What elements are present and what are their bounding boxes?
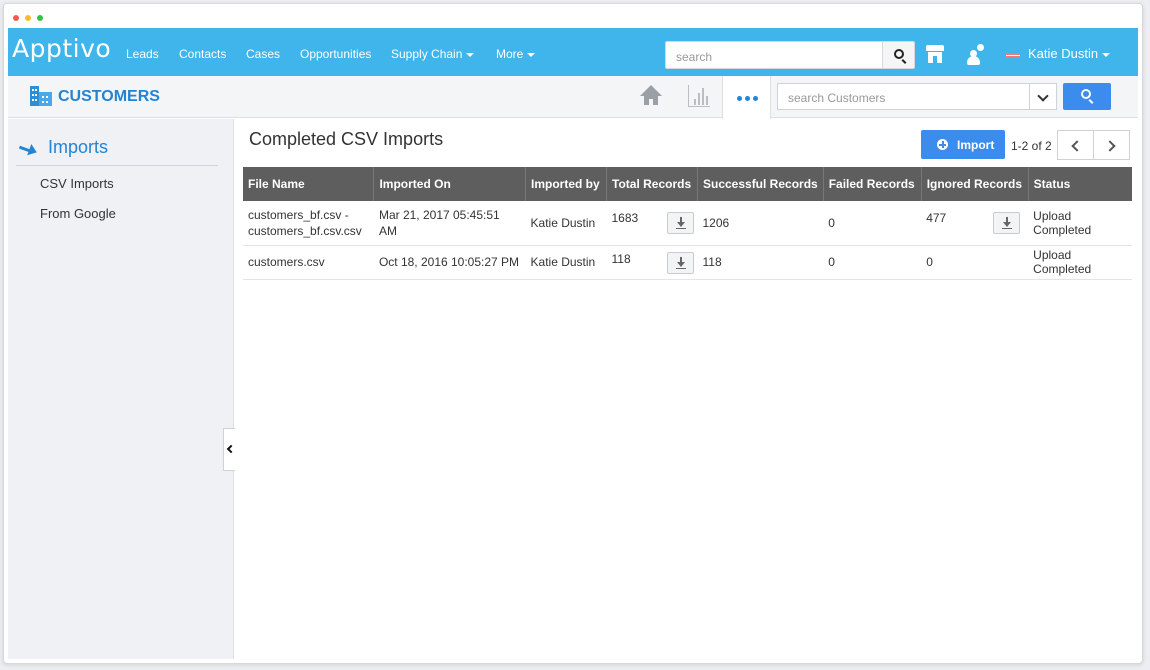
title-bar: [4, 4, 1142, 31]
download-total-button[interactable]: [666, 251, 694, 274]
caret-down-icon: [527, 52, 536, 57]
nav-supply-chain[interactable]: Supply Chain: [391, 47, 475, 61]
column-header-total-records[interactable]: Total Records: [606, 167, 698, 201]
file-name-cell: customers_bf.csv - customers_bf.csv.csv: [243, 201, 374, 246]
sidebar-collapse-handle[interactable]: [223, 428, 236, 471]
download-icon: [676, 217, 685, 227]
minimize-window-dot[interactable]: [25, 15, 31, 21]
column-header-file-name[interactable]: File Name: [243, 167, 375, 201]
table-row[interactable]: customers_bf.csv - customers_bf.csv.csv M…: [243, 201, 1132, 246]
failed-records-cell: 0: [823, 201, 922, 246]
maximize-window-dot[interactable]: [37, 15, 43, 21]
total-records-cell: 1683: [606, 201, 698, 246]
search-icon: [894, 49, 904, 59]
apptivo-logo[interactable]: Apptivo: [12, 34, 111, 63]
chevron-right-icon: [1104, 140, 1116, 152]
table-row[interactable]: customers.csv Oct 18, 2016 10:05:27 PM K…: [243, 245, 1132, 280]
imports-table: File Name Imported On Imported by Total …: [243, 167, 1132, 280]
caret-down-icon: [466, 52, 475, 57]
imported-by-cell: Katie Dustin: [525, 245, 607, 280]
file-name-cell: customers.csv: [243, 245, 374, 280]
flag-icon: [1006, 53, 1020, 58]
user-menu[interactable]: Katie Dustin: [1028, 46, 1111, 61]
ignored-records-cell: 0: [921, 245, 1029, 280]
sidebar-divider: [16, 165, 218, 166]
store-icon[interactable]: [926, 45, 944, 63]
column-header-status[interactable]: Status: [1028, 167, 1132, 201]
more-dots-icon: [737, 96, 742, 101]
more-dots-tab[interactable]: [722, 76, 771, 119]
download-icon: [1003, 217, 1012, 227]
bar-chart-icon[interactable]: [688, 85, 710, 107]
close-window-dot[interactable]: [13, 15, 19, 21]
chevron-left-icon: [226, 444, 236, 454]
sidebar: Imports CSV Imports From Google: [8, 119, 234, 659]
curved-arrow-icon: [18, 142, 39, 159]
download-total-button[interactable]: [666, 212, 694, 234]
chevron-down-icon: [1037, 90, 1049, 102]
search-filter-dropdown[interactable]: [1029, 83, 1057, 110]
import-button[interactable]: Import: [921, 130, 1005, 159]
nav-opportunities[interactable]: Opportunities: [300, 47, 371, 61]
customer-search-button[interactable]: [1063, 83, 1111, 110]
chevron-left-icon: [1071, 140, 1083, 152]
download-icon: [676, 256, 685, 267]
top-navigation-bar: Apptivo Leads Contacts Cases Opportuniti…: [8, 28, 1138, 76]
status-cell: Upload Completed: [1028, 245, 1132, 280]
plus-circle-icon: [937, 139, 948, 150]
caret-down-icon: [1102, 52, 1111, 57]
column-header-successful-records[interactable]: Successful Records: [697, 167, 824, 201]
nav-more[interactable]: More: [496, 47, 536, 61]
building-icon: [30, 86, 52, 106]
page-title: Completed CSV Imports: [249, 129, 444, 149]
column-header-failed-records[interactable]: Failed Records: [823, 167, 922, 201]
sidebar-item-csv-imports[interactable]: CSV Imports: [40, 176, 114, 191]
failed-records-cell: 0: [823, 245, 922, 280]
global-search-button[interactable]: [882, 41, 915, 69]
home-icon[interactable]: [640, 85, 662, 107]
column-header-ignored-records[interactable]: Ignored Records: [921, 167, 1029, 201]
successful-records-cell: 118: [697, 245, 824, 280]
pagination-count: 1-2 of 2: [1011, 139, 1052, 153]
ignored-records-cell: 477: [921, 201, 1029, 246]
download-ignored-button[interactable]: [993, 212, 1021, 234]
column-header-imported-by[interactable]: Imported by: [525, 167, 607, 201]
user-add-icon[interactable]: [966, 44, 986, 66]
search-icon: [1081, 89, 1091, 99]
column-header-imported-on[interactable]: Imported On: [373, 167, 527, 201]
sidebar-item-from-google[interactable]: From Google: [40, 206, 116, 221]
status-cell: Upload Completed: [1028, 201, 1132, 246]
global-search-input[interactable]: search: [665, 41, 883, 69]
sidebar-title: Imports: [48, 137, 109, 157]
nav-cases[interactable]: Cases: [246, 47, 280, 61]
previous-page-button[interactable]: [1057, 130, 1094, 160]
successful-records-cell: 1206: [697, 201, 824, 246]
module-header: CUSTOMERS search Customers: [8, 76, 1138, 119]
table-header-row: File Name Imported On Imported by Total …: [243, 167, 1132, 201]
customer-search-input[interactable]: search Customers: [777, 83, 1030, 110]
total-records-cell: 118: [606, 245, 698, 280]
imported-on-cell: Oct 18, 2016 10:05:27 PM: [373, 245, 526, 280]
imported-by-cell: Katie Dustin: [525, 201, 607, 246]
module-title[interactable]: CUSTOMERS: [58, 88, 160, 106]
nav-contacts[interactable]: Contacts: [179, 47, 226, 61]
nav-leads[interactable]: Leads: [126, 47, 159, 61]
next-page-button[interactable]: [1093, 130, 1130, 160]
imported-on-cell: Mar 21, 2017 05:45:51 AM: [373, 201, 526, 246]
